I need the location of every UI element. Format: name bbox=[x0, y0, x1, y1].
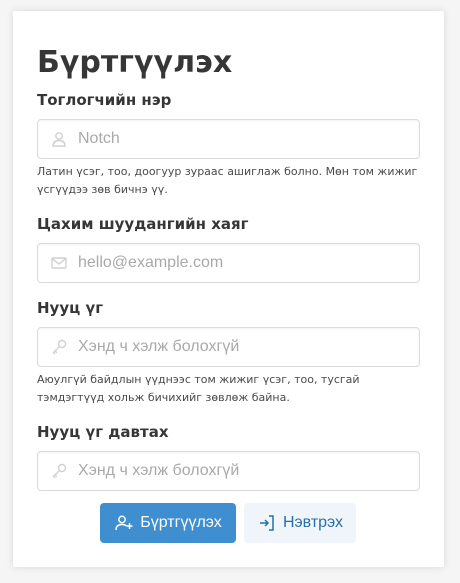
envelope-icon bbox=[50, 254, 68, 272]
password-confirm-label: Нууц үг давтах bbox=[37, 423, 169, 441]
register-button[interactable]: Бүртгүүлэх bbox=[100, 503, 236, 543]
password-help-text: Аюулгүй байдлын үүднээс том жижиг үсэг, … bbox=[37, 373, 360, 404]
password-field-wrapper bbox=[37, 327, 420, 367]
username-input[interactable] bbox=[78, 120, 408, 158]
login-button-label: Нэвтрэх bbox=[282, 514, 344, 531]
register-button-label: Бүртгүүлэх bbox=[140, 514, 222, 531]
key-icon bbox=[50, 462, 68, 480]
password-label: Нууц үг bbox=[37, 299, 104, 317]
page-title: Бүртгүүлэх bbox=[37, 45, 233, 80]
email-input[interactable] bbox=[78, 244, 408, 282]
key-icon bbox=[50, 338, 68, 356]
password-input[interactable] bbox=[78, 328, 408, 366]
email-field-wrapper bbox=[37, 243, 420, 283]
username-label: Тоглогчийн нэр bbox=[37, 91, 172, 109]
user-icon bbox=[50, 130, 68, 148]
username-help-text: Латин үсэг, тоо, доогуур зураас ашиглаж … bbox=[37, 165, 418, 196]
sign-in-icon bbox=[257, 513, 277, 533]
email-label: Цахим шуудангийн хаяг bbox=[37, 215, 249, 233]
password-confirm-field-wrapper bbox=[37, 451, 420, 491]
login-button[interactable]: Нэвтрэх bbox=[244, 503, 356, 543]
password-confirm-input[interactable] bbox=[78, 452, 408, 490]
register-card: Бүртгүүлэх Тоглогчийн нэр Латин үсэг, то… bbox=[13, 11, 444, 567]
username-field-wrapper bbox=[37, 119, 420, 159]
add-user-icon bbox=[114, 513, 134, 533]
